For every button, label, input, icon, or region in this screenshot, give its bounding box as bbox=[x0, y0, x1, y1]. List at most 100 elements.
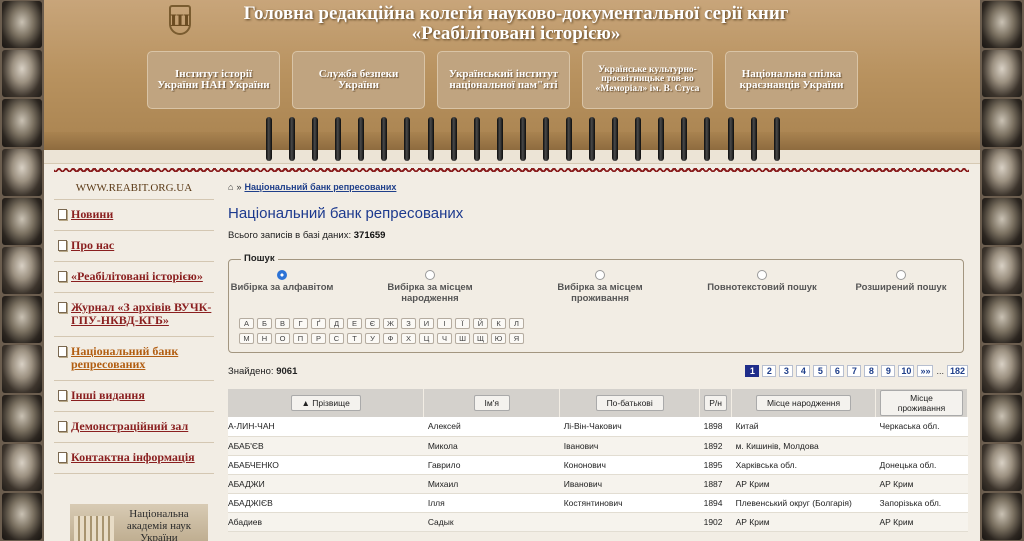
sort-surname-button[interactable]: ▲ Прізвище bbox=[290, 395, 361, 411]
portrait-photo bbox=[2, 296, 42, 344]
next-pages-button[interactable]: »» bbox=[917, 365, 934, 377]
letter-button[interactable]: Є bbox=[365, 318, 380, 329]
portrait-photo bbox=[982, 50, 1022, 98]
table-row[interactable]: Абадиев Садык 1902 АР Крим АР Крим bbox=[228, 512, 968, 532]
table-row[interactable]: АБАБ'ЄВ Микола Іванович 1892 м. Кишинів,… bbox=[228, 436, 968, 456]
page-button[interactable]: 6 bbox=[830, 365, 845, 377]
letter-button[interactable]: З bbox=[401, 318, 416, 329]
page-button[interactable]: 2 bbox=[762, 365, 777, 377]
partner-link-sbu[interactable]: Служба безпеки України bbox=[292, 51, 425, 109]
sort-birthyear-button[interactable]: Р/н bbox=[704, 395, 727, 411]
cell-birthplace: Харківська обл. bbox=[731, 455, 876, 475]
letter-button[interactable]: Щ bbox=[473, 333, 488, 344]
radio-fulltext-option[interactable]: Повнотекстовий пошук bbox=[707, 270, 817, 293]
letter-button[interactable]: Е bbox=[347, 318, 362, 329]
cell-surname[interactable]: А-ЛИН-ЧАН bbox=[228, 417, 424, 437]
letter-button[interactable]: О bbox=[275, 333, 290, 344]
letter-button[interactable]: Ж bbox=[383, 318, 398, 329]
letter-button[interactable]: В bbox=[275, 318, 290, 329]
cell-surname[interactable]: АБАДЖИ bbox=[228, 474, 424, 494]
letter-button[interactable]: К bbox=[491, 318, 506, 329]
letter-button[interactable]: Ю bbox=[491, 333, 506, 344]
found-value: 9061 bbox=[276, 365, 298, 377]
radio-button[interactable] bbox=[425, 270, 435, 280]
portrait-photo bbox=[982, 1, 1022, 49]
sidebar-item-rehabilitated[interactable]: «Реабілітовані історією» bbox=[54, 262, 214, 293]
portrait-photo bbox=[2, 50, 42, 98]
site-url-link[interactable]: WWW.REABIT.ORG.UA bbox=[54, 182, 214, 200]
page-button[interactable]: 7 bbox=[847, 365, 862, 377]
sort-residence-button[interactable]: Місце проживання bbox=[879, 390, 963, 416]
sidebar-item-journal[interactable]: Журнал «З архівів ВУЧК-ГПУ-НКВД-КГБ» bbox=[54, 293, 214, 337]
table-row[interactable]: АБАДЖІЄВ Ілля Костянтинович 1894 Плевенс… bbox=[228, 493, 968, 513]
letter-button[interactable]: Ї bbox=[455, 318, 470, 329]
letter-button[interactable]: П bbox=[293, 333, 308, 344]
letter-button[interactable]: Я bbox=[509, 333, 524, 344]
letter-button[interactable]: У bbox=[365, 333, 380, 344]
letter-button[interactable]: Р bbox=[311, 333, 326, 344]
site-title-line1: Головна редакційна колегія науково-докум… bbox=[243, 3, 789, 24]
sort-name-button[interactable]: Ім'я bbox=[473, 395, 510, 411]
letter-button[interactable]: Н bbox=[257, 333, 272, 344]
partner-link-institute-history[interactable]: Інститут історії України НАН України bbox=[147, 51, 280, 109]
letter-button[interactable]: Ф bbox=[383, 333, 398, 344]
radio-button[interactable] bbox=[896, 270, 906, 280]
partner-link-local-historians[interactable]: Національна спілка краєзнавців України bbox=[725, 51, 858, 109]
page-button[interactable]: 5 bbox=[813, 365, 828, 377]
radio-button[interactable] bbox=[595, 270, 605, 280]
letter-button[interactable]: Ґ bbox=[311, 318, 326, 329]
cell-surname[interactable]: АБАДЖІЄВ bbox=[228, 493, 424, 513]
page-button[interactable]: 8 bbox=[864, 365, 879, 377]
last-page-button[interactable]: 182 bbox=[946, 365, 968, 377]
sidebar-item-contacts[interactable]: Контактна інформація bbox=[54, 443, 214, 474]
letter-button[interactable]: Й bbox=[473, 318, 488, 329]
letter-button[interactable]: А bbox=[239, 318, 254, 329]
portrait-photo bbox=[982, 296, 1022, 344]
table-row[interactable]: АБАДЖИ Михаил Иванович 1887 АР Крим АР К… bbox=[228, 474, 968, 494]
table-row[interactable]: А-ЛИН-ЧАН Алексей Лі-Він-Чакович 1898 Ки… bbox=[228, 417, 968, 437]
letter-button[interactable]: І bbox=[437, 318, 452, 329]
page-button-current[interactable]: 1 bbox=[745, 365, 760, 377]
sidebar-item-other-publications[interactable]: Інші видання bbox=[54, 381, 214, 412]
cell-surname[interactable]: АБАБ'ЄВ bbox=[228, 436, 424, 456]
sort-birthplace-button[interactable]: Місце народження bbox=[755, 395, 852, 411]
cell-residence bbox=[875, 436, 968, 456]
radio-button[interactable] bbox=[757, 270, 767, 280]
page-button[interactable]: 10 bbox=[898, 365, 915, 377]
academy-banner[interactable]: Національна академія наук України bbox=[70, 504, 208, 541]
partner-link-memorial[interactable]: Українське культурно-просвітницьке тов-в… bbox=[582, 51, 713, 109]
breadcrumb-link[interactable]: Національний банк репресованих bbox=[244, 182, 396, 192]
letter-button[interactable]: М bbox=[239, 333, 254, 344]
letter-button[interactable]: Б bbox=[257, 318, 272, 329]
cell-surname[interactable]: Абадиев bbox=[228, 512, 424, 532]
sidebar-item-demo-hall[interactable]: Демонстраційний зал bbox=[54, 412, 214, 443]
page-button[interactable]: 3 bbox=[779, 365, 794, 377]
letter-button[interactable]: Х bbox=[401, 333, 416, 344]
letter-button[interactable]: Ц bbox=[419, 333, 434, 344]
letter-button[interactable]: Ч bbox=[437, 333, 452, 344]
table-row[interactable]: АБАБЧЕНКО Гаврило Кононович 1895 Харківс… bbox=[228, 455, 968, 475]
letter-button[interactable]: Т bbox=[347, 333, 362, 344]
home-icon[interactable]: ⌂ bbox=[228, 182, 233, 192]
cell-surname[interactable]: АБАБЧЕНКО bbox=[228, 455, 424, 475]
letter-button[interactable]: Л bbox=[509, 318, 524, 329]
letter-button[interactable]: И bbox=[419, 318, 434, 329]
sidebar-item-national-bank[interactable]: Національний банк репресованих bbox=[54, 337, 214, 381]
radio-button[interactable] bbox=[277, 270, 287, 280]
page-button[interactable]: 9 bbox=[881, 365, 896, 377]
letter-button[interactable]: С bbox=[329, 333, 344, 344]
spiral-coil bbox=[381, 117, 388, 161]
letter-button[interactable]: Г bbox=[293, 318, 308, 329]
radio-residence-option[interactable]: Вибірка за місцем проживання bbox=[535, 270, 665, 304]
letter-button[interactable]: Д bbox=[329, 318, 344, 329]
letter-button[interactable]: Ш bbox=[455, 333, 470, 344]
sort-patronymic-button[interactable]: По-батькові bbox=[595, 395, 664, 411]
found-label: Знайдено: bbox=[228, 365, 274, 377]
partner-link-national-memory[interactable]: Український інститут національної пам"ят… bbox=[437, 51, 570, 109]
page-button[interactable]: 4 bbox=[796, 365, 811, 377]
sidebar-item-about[interactable]: Про нас bbox=[54, 231, 214, 262]
radio-advanced-option[interactable]: Розширений пошук bbox=[846, 270, 956, 293]
radio-birthplace-option[interactable]: Вибірка за місцем народження bbox=[365, 270, 495, 304]
radio-alphabet-option[interactable]: Вибірка за алфавітом bbox=[227, 270, 337, 293]
sidebar-item-news[interactable]: Новини bbox=[54, 200, 214, 231]
